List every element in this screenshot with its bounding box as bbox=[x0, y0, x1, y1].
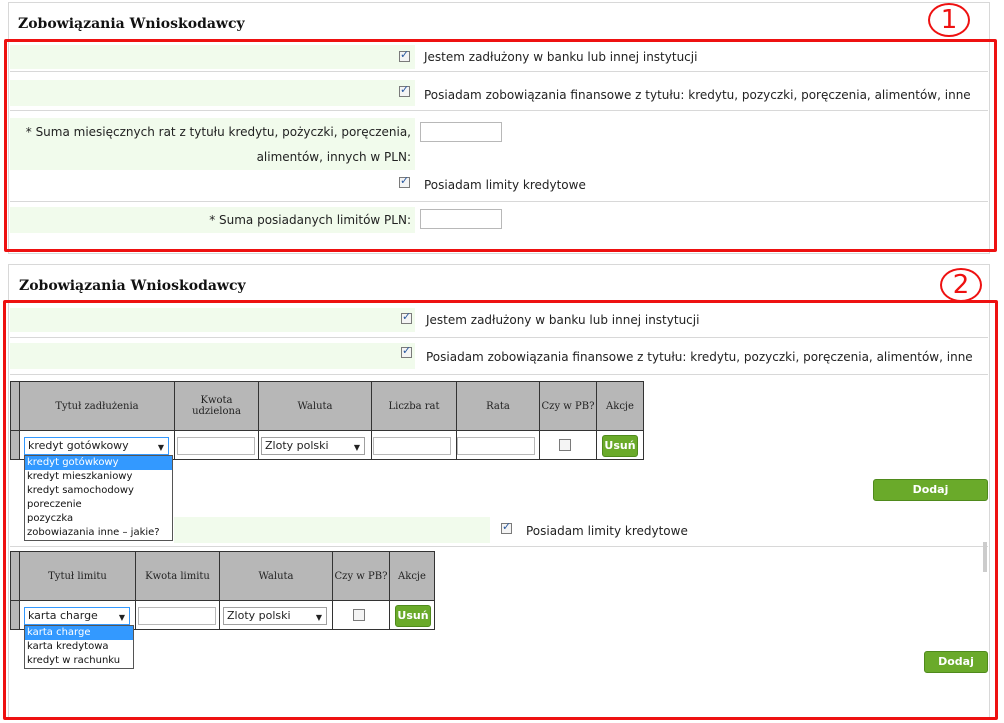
column-header: Waluta bbox=[219, 551, 333, 601]
debt-rate-input[interactable] bbox=[457, 437, 535, 455]
dropdown-option[interactable]: poreczenie bbox=[25, 498, 172, 512]
remove-debt-button[interactable]: Usuń bbox=[602, 435, 638, 457]
limits-label: Posiadam limity kredytowe bbox=[424, 178, 586, 192]
column-header: Czy w PB? bbox=[332, 551, 390, 601]
row-obligations bbox=[10, 80, 415, 106]
limit-title-dropdown: karta charge karta kredytowa kredyt w ra… bbox=[24, 625, 134, 669]
limits-label: Posiadam limity kredytowe bbox=[526, 524, 688, 538]
chevron-down-icon: ▼ bbox=[353, 443, 360, 452]
column-header: Czy w PB? bbox=[539, 381, 597, 431]
sum-limits-label: * Suma posiadanych limitów PLN: bbox=[209, 213, 411, 227]
dropdown-option[interactable]: karta kredytowa bbox=[25, 640, 133, 654]
dropdown-option[interactable]: kredyt mieszkaniowy bbox=[25, 470, 172, 484]
row-limits bbox=[174, 517, 490, 543]
debt-title-select[interactable]: kredyt gotówkowy ▼ bbox=[24, 437, 169, 455]
column-header: Kwota limitu bbox=[135, 551, 220, 601]
indebted-label: Jestem zadłużony w banku lub innej insty… bbox=[424, 50, 698, 64]
obligations-checkbox[interactable] bbox=[401, 344, 412, 358]
column-header: Kwota udzielona bbox=[174, 381, 259, 431]
sum-rates-input[interactable] bbox=[420, 122, 502, 142]
chevron-down-icon: ▼ bbox=[157, 443, 164, 452]
dropdown-option[interactable]: kredyt w rachunku bbox=[25, 654, 133, 668]
section1-title: Zobowiązania Wnioskodawcy bbox=[18, 16, 245, 32]
marker-2: 2 bbox=[940, 268, 982, 302]
debt-currency-select-value: Zloty polski bbox=[265, 439, 329, 452]
indebted-checkbox[interactable] bbox=[399, 48, 410, 62]
sum-rates-label-line2: alimentów, innych w PLN: bbox=[256, 150, 411, 164]
marker-1: 1 bbox=[928, 3, 970, 37]
add-limit-button[interactable]: Dodaj limit bbox=[924, 651, 988, 688]
divider bbox=[10, 337, 988, 338]
dropdown-option[interactable]: kredyt samochodowy bbox=[25, 484, 172, 498]
sum-rates-label-line1: * Suma miesięcznych rat z tytułu kredytu… bbox=[25, 125, 411, 139]
debt-title-select-value: kredyt gotówkowy bbox=[28, 439, 129, 452]
column-header: Akcje bbox=[389, 551, 435, 601]
indebted-label: Jestem zadłużony w banku lub innej insty… bbox=[426, 313, 700, 327]
column-header: Tytuł zadłużenia bbox=[19, 381, 175, 431]
column-header: Waluta bbox=[258, 381, 372, 431]
debt-title-dropdown: kredyt gotówkowy kredyt mieszkaniowy kre… bbox=[24, 455, 173, 541]
table-header-gutter bbox=[10, 381, 20, 431]
limit-amount-input[interactable] bbox=[138, 607, 216, 625]
dropdown-option[interactable]: zobowiazania inne – jakie? bbox=[25, 526, 172, 540]
limit-currency-select-value: Zloty polski bbox=[227, 609, 291, 622]
limit-currency-select[interactable]: Zloty polski ▼ bbox=[223, 607, 327, 625]
chevron-down-icon: ▼ bbox=[315, 613, 322, 622]
row-obligations bbox=[10, 343, 415, 369]
remove-limit-button[interactable]: Usuń bbox=[395, 605, 431, 627]
debt-installments-input[interactable] bbox=[373, 437, 451, 455]
table-row-gutter bbox=[10, 430, 20, 460]
debt-pb-checkbox[interactable] bbox=[559, 439, 571, 451]
limits-checkbox[interactable] bbox=[501, 520, 512, 534]
table-header-row: Tytuł limitu Kwota limitu Waluta Czy w P… bbox=[10, 551, 435, 601]
column-header: Liczba rat bbox=[371, 381, 457, 431]
dropdown-option[interactable]: kredyt gotówkowy bbox=[25, 456, 172, 470]
debt-amount-input[interactable] bbox=[177, 437, 255, 455]
row-indebted bbox=[10, 308, 415, 332]
column-header: Tytuł limitu bbox=[19, 551, 136, 601]
obligations-checkbox[interactable] bbox=[399, 83, 410, 97]
row-indebted bbox=[10, 45, 415, 69]
column-header: Akcje bbox=[596, 381, 644, 431]
divider bbox=[10, 110, 988, 111]
limits-checkbox[interactable] bbox=[399, 174, 410, 188]
divider bbox=[10, 546, 988, 547]
obligations-label: Posiadam zobowiązania finansowe z tytułu… bbox=[426, 350, 973, 364]
scrollbar-track[interactable] bbox=[983, 542, 987, 572]
section2-title: Zobowiązania Wnioskodawcy bbox=[19, 278, 246, 294]
table-header-row: Tytuł zadłużenia Kwota udzielona Waluta … bbox=[10, 381, 644, 431]
divider bbox=[10, 201, 988, 202]
divider bbox=[10, 71, 988, 72]
obligations-label: Posiadam zobowiązania finansowe z tytułu… bbox=[424, 88, 971, 102]
add-debt-button[interactable]: Dodaj zobowiązanie bbox=[873, 479, 988, 516]
dropdown-option[interactable]: pozyczka bbox=[25, 512, 172, 526]
limit-title-select-value: karta charge bbox=[28, 609, 98, 622]
limit-title-select[interactable]: karta charge ▼ bbox=[24, 607, 130, 625]
indebted-checkbox[interactable] bbox=[401, 310, 412, 324]
limit-pb-checkbox[interactable] bbox=[353, 609, 365, 621]
column-header: Rata bbox=[456, 381, 540, 431]
chevron-down-icon: ▼ bbox=[118, 613, 125, 622]
sum-limits-input[interactable] bbox=[420, 209, 502, 229]
debt-currency-select[interactable]: Zloty polski ▼ bbox=[261, 437, 365, 455]
table-row-gutter bbox=[10, 600, 20, 630]
table-header-gutter bbox=[10, 551, 20, 601]
dropdown-option[interactable]: karta charge bbox=[25, 626, 133, 640]
divider bbox=[10, 374, 988, 375]
